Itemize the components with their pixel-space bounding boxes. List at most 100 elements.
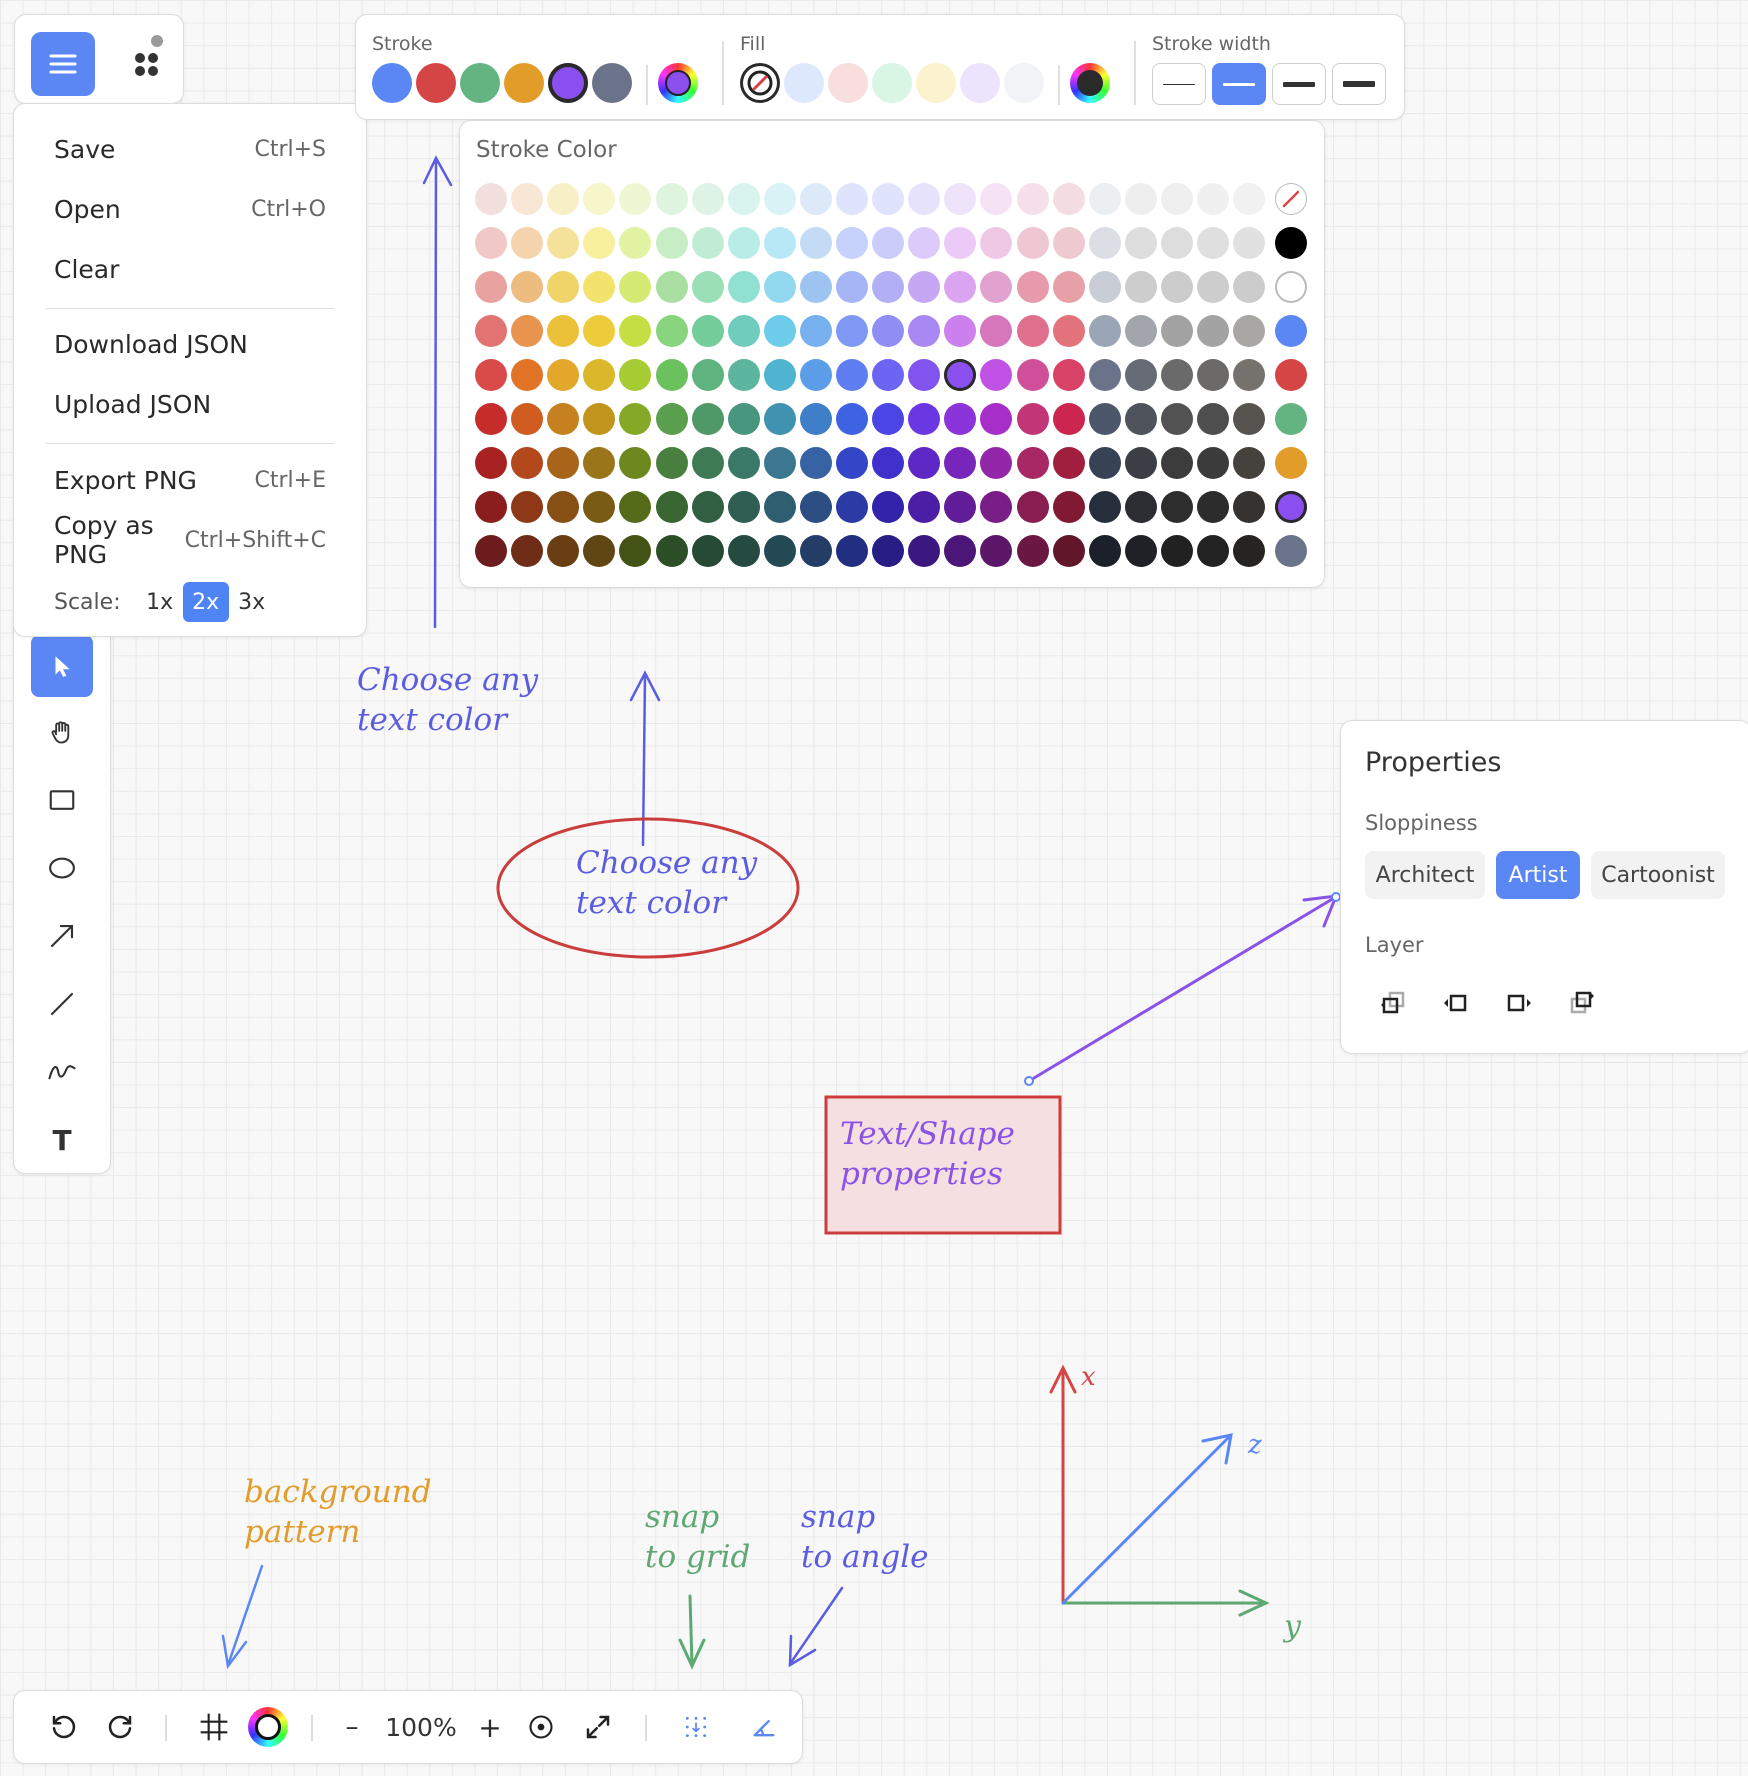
- palette-color-swatch[interactable]: [908, 227, 941, 259]
- palette-color-swatch[interactable]: [475, 315, 507, 347]
- palette-color-swatch[interactable]: [872, 359, 905, 391]
- palette-color-swatch[interactable]: [619, 447, 652, 479]
- background-color-button[interactable]: [246, 1705, 290, 1749]
- palette-color-swatch[interactable]: [763, 271, 796, 303]
- palette-color-swatch[interactable]: [1233, 183, 1266, 215]
- palette-color-swatch[interactable]: [547, 403, 580, 435]
- fullscreen-button[interactable]: [576, 1705, 620, 1749]
- palette-color-swatch[interactable]: [619, 271, 652, 303]
- palette-color-swatch[interactable]: [1016, 491, 1049, 523]
- rect-text[interactable]: Text/Shape properties: [840, 1114, 1015, 1194]
- palette-color-swatch[interactable]: [1124, 447, 1157, 479]
- stroke-swatch-selected[interactable]: [548, 63, 588, 103]
- palette-color-swatch[interactable]: [583, 183, 616, 215]
- palette-color-swatch[interactable]: [1197, 491, 1229, 523]
- palette-color-swatch[interactable]: [691, 315, 724, 347]
- palette-color-swatch[interactable]: [619, 183, 652, 215]
- custom-fill-color-button[interactable]: [1070, 63, 1110, 103]
- menu-button[interactable]: [31, 32, 95, 96]
- palette-recent-swatch[interactable]: [1275, 403, 1307, 435]
- palette-color-swatch[interactable]: [908, 447, 941, 479]
- bring-forward-button[interactable]: [1497, 981, 1541, 1025]
- palette-color-swatch[interactable]: [691, 359, 724, 391]
- palette-color-swatch[interactable]: [475, 183, 507, 215]
- palette-color-swatch[interactable]: [799, 359, 832, 391]
- palette-color-swatch[interactable]: [1160, 535, 1193, 567]
- palette-color-swatch[interactable]: [547, 359, 580, 391]
- axis-y-label[interactable]: y: [1284, 1607, 1301, 1647]
- zoom-level[interactable]: 100%: [376, 1705, 466, 1749]
- palette-color-swatch[interactable]: [799, 183, 832, 215]
- palette-color-swatch[interactable]: [908, 403, 941, 435]
- axis-z-label[interactable]: z: [1248, 1425, 1262, 1465]
- palette-color-swatch[interactable]: [511, 315, 544, 347]
- palette-color-swatch[interactable]: [1124, 535, 1157, 567]
- palette-color-swatch[interactable]: [655, 315, 688, 347]
- palette-color-swatch[interactable]: [872, 491, 905, 523]
- send-to-back-button[interactable]: [1371, 981, 1415, 1025]
- palette-color-swatch[interactable]: [583, 227, 616, 259]
- palette-color-swatch[interactable]: [799, 447, 832, 479]
- zoom-out-button[interactable]: –: [332, 1705, 372, 1749]
- note-background-pattern[interactable]: background pattern: [244, 1472, 432, 1552]
- palette-color-swatch[interactable]: [1088, 183, 1121, 215]
- palette-color-swatch[interactable]: [763, 491, 796, 523]
- palette-color-swatch[interactable]: [727, 315, 760, 347]
- fill-swatch[interactable]: [872, 63, 912, 103]
- palette-color-swatch[interactable]: [1052, 271, 1085, 303]
- line-tool[interactable]: [31, 973, 93, 1035]
- stroke-width-extra-bold[interactable]: [1332, 63, 1386, 105]
- palette-color-swatch[interactable]: [836, 535, 868, 567]
- palette-color-swatch[interactable]: [1016, 535, 1049, 567]
- rectangle-tool[interactable]: [31, 769, 93, 831]
- palette-color-swatch[interactable]: [944, 491, 977, 523]
- palette-color-swatch[interactable]: [655, 183, 688, 215]
- palette-color-swatch[interactable]: [619, 315, 652, 347]
- palette-color-swatch[interactable]: [980, 183, 1013, 215]
- fill-swatch[interactable]: [784, 63, 824, 103]
- palette-color-swatch[interactable]: [475, 227, 507, 259]
- palette-color-swatch[interactable]: [1124, 271, 1157, 303]
- palette-color-swatch[interactable]: [547, 491, 580, 523]
- palette-color-swatch[interactable]: [511, 359, 544, 391]
- palette-color-swatch[interactable]: [1160, 271, 1193, 303]
- palette-recent-swatch[interactable]: [1275, 271, 1307, 303]
- palette-color-swatch[interactable]: [1233, 271, 1266, 303]
- palette-recent-swatch[interactable]: [1275, 315, 1307, 347]
- palette-color-swatch[interactable]: [1124, 227, 1157, 259]
- scale-option-3x[interactable]: 3x: [229, 582, 275, 622]
- palette-color-swatch[interactable]: [944, 183, 977, 215]
- palette-color-swatch[interactable]: [1052, 359, 1085, 391]
- axis-x-label[interactable]: x: [1081, 1357, 1096, 1397]
- palette-color-swatch[interactable]: [763, 227, 796, 259]
- palette-color-swatch[interactable]: [836, 227, 868, 259]
- palette-color-swatch[interactable]: [799, 535, 832, 567]
- reset-view-button[interactable]: [519, 1705, 563, 1749]
- palette-color-swatch[interactable]: [547, 227, 580, 259]
- palette-color-swatch[interactable]: [980, 227, 1013, 259]
- palette-color-swatch[interactable]: [1160, 227, 1193, 259]
- palette-color-swatch[interactable]: [763, 403, 796, 435]
- select-tool[interactable]: [31, 635, 93, 697]
- palette-color-swatch[interactable]: [980, 271, 1013, 303]
- palette-color-swatch[interactable]: [511, 271, 544, 303]
- palette-color-swatch[interactable]: [1052, 183, 1085, 215]
- palette-color-swatch[interactable]: [655, 359, 688, 391]
- palette-color-swatch[interactable]: [1197, 271, 1229, 303]
- stroke-swatch[interactable]: [592, 63, 632, 103]
- note-snap-grid[interactable]: snap to grid: [645, 1497, 750, 1577]
- palette-color-swatch[interactable]: [799, 315, 832, 347]
- palette-color-swatch[interactable]: [1016, 227, 1049, 259]
- palette-color-swatch[interactable]: [583, 271, 616, 303]
- palette-color-swatch[interactable]: [727, 271, 760, 303]
- palette-color-swatch[interactable]: [1160, 359, 1193, 391]
- stroke-width-thin[interactable]: [1152, 63, 1206, 105]
- palette-color-swatch[interactable]: [1197, 315, 1229, 347]
- palette-color-swatch[interactable]: [619, 227, 652, 259]
- palette-color-swatch[interactable]: [1197, 447, 1229, 479]
- palette-color-swatch[interactable]: [1160, 447, 1193, 479]
- note-snap-angle[interactable]: snap to angle: [801, 1497, 929, 1577]
- palette-color-swatch[interactable]: [727, 403, 760, 435]
- palette-color-swatch[interactable]: [1124, 359, 1157, 391]
- palette-color-swatch[interactable]: [763, 359, 796, 391]
